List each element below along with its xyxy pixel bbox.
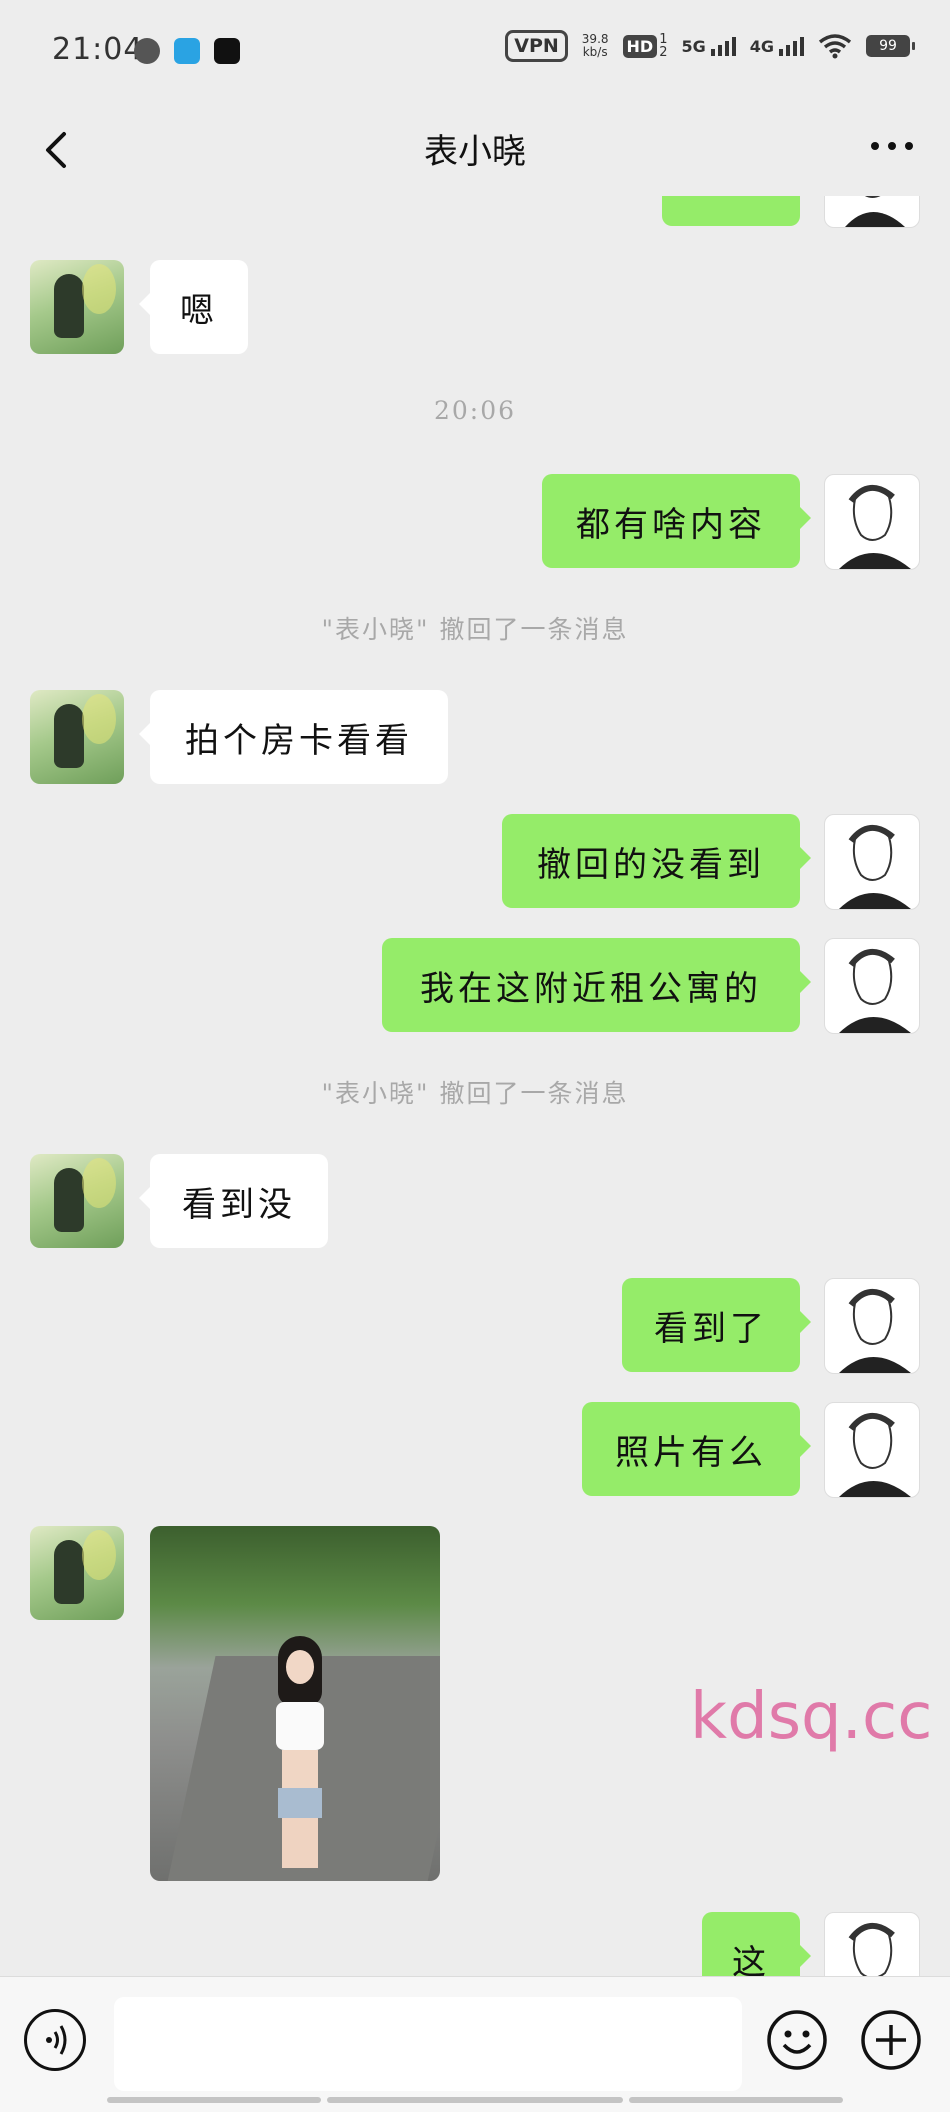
- incoming-message[interactable]: 嗯: [139, 260, 248, 354]
- network-speed: 39.8 kb/s: [582, 33, 609, 59]
- network-speed-unit: kb/s: [582, 45, 608, 59]
- more-options-button[interactable]: [862, 126, 922, 166]
- my-avatar[interactable]: [824, 814, 920, 910]
- incoming-message[interactable]: 拍个房卡看看: [139, 690, 448, 784]
- more-functions-button[interactable]: [860, 2009, 922, 2071]
- contact-avatar[interactable]: [30, 690, 124, 784]
- hd-badge: HD: [622, 34, 658, 58]
- outgoing-message[interactable]: 我在这附近租公寓的: [382, 938, 811, 1032]
- my-avatar[interactable]: [824, 938, 920, 1034]
- contact-avatar[interactable]: [30, 1526, 124, 1620]
- chat-title: 表小晓: [424, 132, 526, 172]
- message-timestamp: 20:06: [433, 396, 517, 425]
- outgoing-message[interactable]: 都有啥内容: [542, 474, 811, 568]
- tiktok-app-icon: [214, 38, 240, 64]
- recall-notice: "表小晓" 撤回了一条消息: [321, 1079, 629, 1108]
- outgoing-message[interactable]: 看到了: [622, 1278, 811, 1372]
- signal-4g-label: 4G: [749, 36, 774, 56]
- outgoing-message-partial[interactable]: [662, 196, 800, 226]
- system-nav-bar[interactable]: [0, 2097, 950, 2105]
- status-time: 21:04: [52, 32, 144, 67]
- plus-icon: [861, 2010, 921, 2070]
- watermark: kdsq.cc: [690, 1680, 933, 1754]
- message-input-bar: [0, 1976, 950, 2112]
- more-dot-icon: [888, 142, 896, 150]
- photo-subject: [270, 1636, 330, 1868]
- swirl-app-icon: [174, 38, 200, 64]
- status-bar: 21:04 VPN 39.8 kb/s HD 1 2 5G 4G 99: [0, 0, 950, 104]
- hd-indicator: HD 1 2: [622, 33, 668, 60]
- my-avatar[interactable]: [824, 1278, 920, 1374]
- photo-message[interactable]: [150, 1526, 440, 1881]
- contact-avatar[interactable]: [30, 260, 124, 354]
- my-avatar[interactable]: [824, 1402, 920, 1498]
- contact-avatar[interactable]: [30, 1154, 124, 1248]
- outgoing-message[interactable]: 照片有么: [582, 1402, 811, 1496]
- more-dot-icon: [871, 142, 879, 150]
- network-speed-value: 39.8: [581, 32, 609, 46]
- outgoing-message[interactable]: 撤回的没看到: [502, 814, 811, 908]
- browser-app-icon: [134, 38, 160, 64]
- signal-5g-icon: 5G: [681, 36, 736, 56]
- battery-icon: 99: [866, 35, 915, 57]
- my-avatar[interactable]: [824, 474, 920, 570]
- voice-icon: [46, 2025, 67, 2055]
- message-input[interactable]: [114, 1997, 742, 2091]
- my-avatar[interactable]: [824, 1912, 920, 1976]
- incoming-message[interactable]: 看到没: [139, 1154, 328, 1248]
- my-avatar[interactable]: [824, 196, 920, 228]
- recall-notice: "表小晓" 撤回了一条消息: [321, 615, 629, 644]
- chat-header: 表小晓: [0, 104, 950, 196]
- signal-4g-icon: 4G: [749, 36, 804, 56]
- outgoing-message[interactable]: 这: [702, 1912, 811, 1976]
- status-indicators: VPN 39.8 kb/s HD 1 2 5G 4G 99: [505, 30, 915, 62]
- emoji-button[interactable]: [766, 2009, 828, 2071]
- voice-input-button[interactable]: [24, 2009, 86, 2071]
- vpn-badge: VPN: [505, 30, 568, 62]
- signal-5g-label: 5G: [681, 36, 706, 56]
- emoji-icon: [767, 2010, 827, 2070]
- wifi-icon: [818, 34, 852, 59]
- hd-sim2: 2: [659, 45, 668, 60]
- more-dot-icon: [905, 142, 913, 150]
